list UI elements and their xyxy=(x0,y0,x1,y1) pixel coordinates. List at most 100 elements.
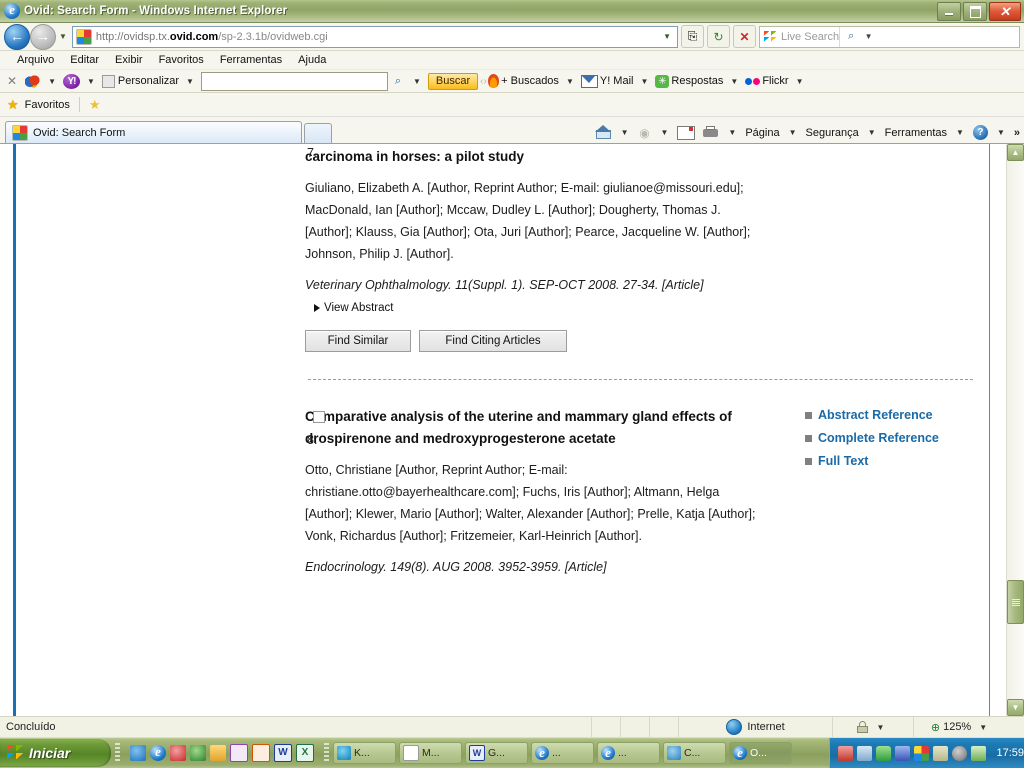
close-button[interactable]: ✕ xyxy=(989,2,1021,21)
word-icon[interactable]: W xyxy=(274,744,292,762)
result-title[interactable]: Photodynamic therapy for the treatment o… xyxy=(305,144,751,168)
menu-item-favoritos[interactable]: Favoritos xyxy=(151,53,212,68)
taskbar-button-active[interactable]: O... xyxy=(729,742,792,764)
help-caret-icon[interactable]: ▼ xyxy=(992,128,1010,137)
tray-icon-misc[interactable] xyxy=(971,745,987,761)
menu-item-editar[interactable]: Editar xyxy=(62,53,107,68)
favorites-star-icon[interactable]: ★ xyxy=(7,97,19,113)
tray-icon-shield[interactable] xyxy=(876,745,892,761)
ferramentas-menu[interactable]: Ferramentas xyxy=(882,126,950,140)
security-zone[interactable]: Internet xyxy=(678,717,832,737)
messenger-caret-icon[interactable]: ▼ xyxy=(43,77,61,86)
ymail-button[interactable]: Y! Mail xyxy=(600,75,634,87)
protected-mode-indicator[interactable]: ▼ xyxy=(832,717,913,737)
internet-explorer-icon[interactable] xyxy=(150,744,166,761)
menu-item-ajuda[interactable]: Ajuda xyxy=(290,53,334,68)
yahoo-search-input[interactable] xyxy=(200,71,388,91)
flickr-caret-icon[interactable]: ▼ xyxy=(791,77,809,86)
feeds-button[interactable]: ◉ xyxy=(635,125,655,141)
respostas-caret-icon[interactable]: ▼ xyxy=(725,77,743,86)
scroll-down-button[interactable]: ▼ xyxy=(1007,699,1024,716)
add-to-favorites-icon[interactable]: ★ xyxy=(89,97,101,113)
scroll-up-button[interactable]: ▲ xyxy=(1007,144,1024,161)
find-citing-articles-button[interactable]: Find Citing Articles xyxy=(419,330,567,352)
history-dropdown-icon[interactable]: ▼ xyxy=(59,32,67,41)
tray-icon-updates[interactable] xyxy=(895,745,911,761)
taskbar-button[interactable]: C... xyxy=(663,742,726,764)
tray-icon-security[interactable] xyxy=(838,745,854,761)
print-button[interactable] xyxy=(699,125,722,141)
yahoo-search-icon[interactable]: ⌕ xyxy=(390,75,406,88)
taskbar-button[interactable]: ... xyxy=(531,742,594,764)
respostas-button[interactable]: Respostas xyxy=(671,75,723,87)
browser-icon[interactable] xyxy=(190,745,206,761)
taskbar-button[interactable]: W G... xyxy=(465,742,528,764)
pagina-caret-icon[interactable]: ▼ xyxy=(784,128,802,137)
show-desktop-icon[interactable] xyxy=(130,745,146,761)
stop-button[interactable]: ✕ xyxy=(733,25,756,48)
zoom-caret-icon[interactable]: ▼ xyxy=(974,723,992,732)
start-button[interactable]: Iniciar xyxy=(0,739,111,767)
result-checkbox[interactable] xyxy=(313,411,325,423)
quick-launch-grip[interactable] xyxy=(115,743,120,763)
tray-icon-settings[interactable] xyxy=(933,745,949,761)
compatibility-view-button[interactable]: ⎘ xyxy=(681,25,704,48)
menu-item-ferramentas[interactable]: Ferramentas xyxy=(212,53,290,68)
taskbar-grip[interactable] xyxy=(324,743,329,763)
url-input[interactable]: http://ovidsp.tx.ovid.com/sp-2.3.1b/ovid… xyxy=(71,25,678,48)
tray-icon-volume[interactable] xyxy=(952,745,968,761)
command-bar-overflow-icon[interactable]: » xyxy=(1011,127,1020,139)
url-dropdown-icon[interactable]: ▼ xyxy=(659,32,675,41)
ymail-caret-icon[interactable]: ▼ xyxy=(635,77,653,86)
result-title[interactable]: Comparative analysis of the uterine and … xyxy=(305,406,751,450)
refresh-button[interactable]: ↻ xyxy=(707,25,730,48)
taskbar-button[interactable]: M... xyxy=(399,742,462,764)
read-mail-button[interactable] xyxy=(674,125,698,141)
search-submit-icon[interactable]: ⌕ xyxy=(839,26,862,47)
find-similar-button[interactable]: Find Similar xyxy=(305,330,411,352)
taskbar-button[interactable]: K... xyxy=(333,742,396,764)
answers-icon[interactable]: ✳ xyxy=(655,74,670,88)
menu-item-arquivo[interactable]: Arquivo xyxy=(9,53,62,68)
flickr-button[interactable]: Flickr xyxy=(762,75,788,87)
vertical-scrollbar[interactable]: ▲ ▼ xyxy=(1006,144,1024,716)
link-complete-reference[interactable]: Complete Reference xyxy=(805,429,995,447)
view-abstract-toggle[interactable]: View Abstract xyxy=(314,302,1006,314)
buscar-button[interactable]: Buscar xyxy=(427,72,479,90)
minimize-button[interactable] xyxy=(937,2,961,21)
excel-icon[interactable]: X xyxy=(296,744,314,762)
seguranca-caret-icon[interactable]: ▼ xyxy=(863,128,881,137)
toolbar-close-icon[interactable]: ✕ xyxy=(4,74,23,88)
search-provider-caret-icon[interactable]: ▼ xyxy=(862,27,875,47)
buscados-button[interactable]: + Buscados xyxy=(501,75,559,87)
flickr-icon[interactable] xyxy=(745,77,761,85)
yahoo-caret-icon[interactable]: ▼ xyxy=(82,77,100,86)
restore-button[interactable] xyxy=(963,2,987,21)
media-player-icon[interactable] xyxy=(170,745,186,761)
taskbar-button[interactable]: ... xyxy=(597,742,660,764)
yahoo-logo-icon[interactable]: Y! xyxy=(62,73,80,89)
scroll-track[interactable] xyxy=(1007,161,1024,699)
feeds-caret-icon[interactable]: ▼ xyxy=(656,128,674,137)
zoom-control[interactable]: ⊕ 125% ▼ xyxy=(913,717,1009,737)
envelope-icon[interactable] xyxy=(580,74,598,88)
link-complete-reference[interactable]: Complete Reference xyxy=(805,144,995,145)
forward-button[interactable]: → xyxy=(30,23,56,50)
customize-caret-icon[interactable]: ▼ xyxy=(181,77,199,86)
tray-icon-network[interactable] xyxy=(857,745,873,761)
help-button[interactable]: ? xyxy=(970,124,991,141)
buscados-caret-icon[interactable]: ▼ xyxy=(561,77,579,86)
customize-button[interactable]: Personalizar xyxy=(101,74,179,88)
tab-ovid-search-form[interactable]: Ovid: Search Form xyxy=(5,121,302,143)
flame-icon[interactable] xyxy=(488,74,500,88)
ferramentas-caret-icon[interactable]: ▼ xyxy=(951,128,969,137)
home-button[interactable] xyxy=(592,124,615,141)
powerpoint-icon[interactable] xyxy=(252,744,270,762)
key-icon[interactable] xyxy=(230,744,248,762)
live-search-input[interactable]: Live Search ⌕ ▼ xyxy=(759,25,1020,48)
scroll-thumb[interactable] xyxy=(1007,580,1024,624)
print-caret-icon[interactable]: ▼ xyxy=(723,128,741,137)
menu-item-exibir[interactable]: Exibir xyxy=(107,53,151,68)
protected-caret-icon[interactable]: ▼ xyxy=(872,723,890,732)
back-button[interactable]: ← xyxy=(4,23,30,50)
